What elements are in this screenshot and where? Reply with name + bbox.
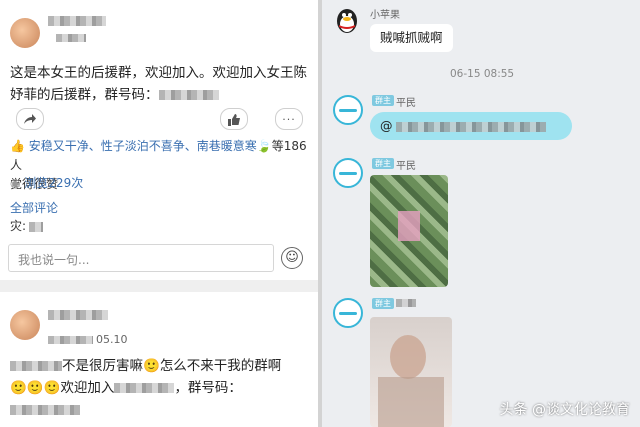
- emoji-icon: 🙂🙂🙂: [10, 380, 61, 396]
- sender-name: 平民: [396, 161, 416, 172]
- blurred-username: [48, 16, 106, 26]
- comment-input[interactable]: 我也说一句...: [8, 244, 274, 272]
- thumb-up-icon: 👍: [10, 139, 29, 153]
- comment-row: 灾:: [10, 217, 44, 234]
- thumb-up-icon: [228, 113, 240, 126]
- emoji-icon[interactable]: ☺: [281, 247, 303, 269]
- image-message[interactable]: [370, 317, 452, 427]
- chat-message[interactable]: @: [370, 112, 572, 140]
- blurred-meta: [48, 336, 93, 344]
- post-text: 不是很厉害嘛🙂怎么不来干我的群啊 🙂🙂🙂欢迎加入 ，群号码：: [10, 355, 315, 421]
- share-button[interactable]: [16, 108, 44, 130]
- owner-badge: 群主: [372, 95, 394, 106]
- share-icon: [24, 114, 36, 124]
- owner-badge: 群主: [372, 158, 394, 169]
- more-button[interactable]: ···: [275, 108, 303, 130]
- avatar[interactable]: [10, 310, 40, 340]
- avatar[interactable]: [10, 18, 40, 48]
- view-count: ◉ 浏览229次: [10, 176, 84, 190]
- blurred-group-number: [158, 90, 219, 100]
- left-panel: 这是本女王的后援群，欢迎加入。欢迎加入女王陈 妤菲的后援群，群号码： ··· 👍…: [0, 0, 318, 427]
- all-comments-link[interactable]: 全部评论: [10, 199, 58, 216]
- sender-name: 小苹果: [370, 10, 400, 21]
- blurred-meta: [56, 34, 86, 42]
- post-text: 这是本女王的后援群，欢迎加入。欢迎加入女王陈 妤菲的后援群，群号码：: [10, 65, 307, 103]
- sender-name: 平民: [396, 98, 416, 109]
- emoji-icon: 🙂: [143, 358, 160, 374]
- owner-badge: 群主: [372, 298, 394, 309]
- avatar[interactable]: [333, 158, 363, 188]
- more-icon: ···: [282, 112, 296, 126]
- watermark: 头条 @谈文化论教育: [499, 402, 630, 418]
- chat-message[interactable]: 贼喊抓贼啊: [370, 24, 453, 52]
- qq-penguin-icon[interactable]: [334, 6, 360, 34]
- image-message[interactable]: [370, 175, 448, 287]
- blurred-sender-name: [396, 299, 416, 307]
- blurred-username: [48, 310, 108, 320]
- like-button[interactable]: [220, 108, 248, 130]
- post-separator: [0, 280, 318, 292]
- emoji-icon: 🍃: [256, 139, 272, 153]
- avatar[interactable]: [333, 298, 363, 328]
- chat-timestamp: 06-15 08:55: [450, 68, 515, 80]
- post-date: 05.10: [96, 333, 128, 346]
- liker-names[interactable]: 安稳又干净、性子淡泊不喜争、南巷暖意寒: [29, 139, 257, 153]
- avatar[interactable]: [333, 95, 363, 125]
- eye-icon: ◉: [10, 176, 25, 190]
